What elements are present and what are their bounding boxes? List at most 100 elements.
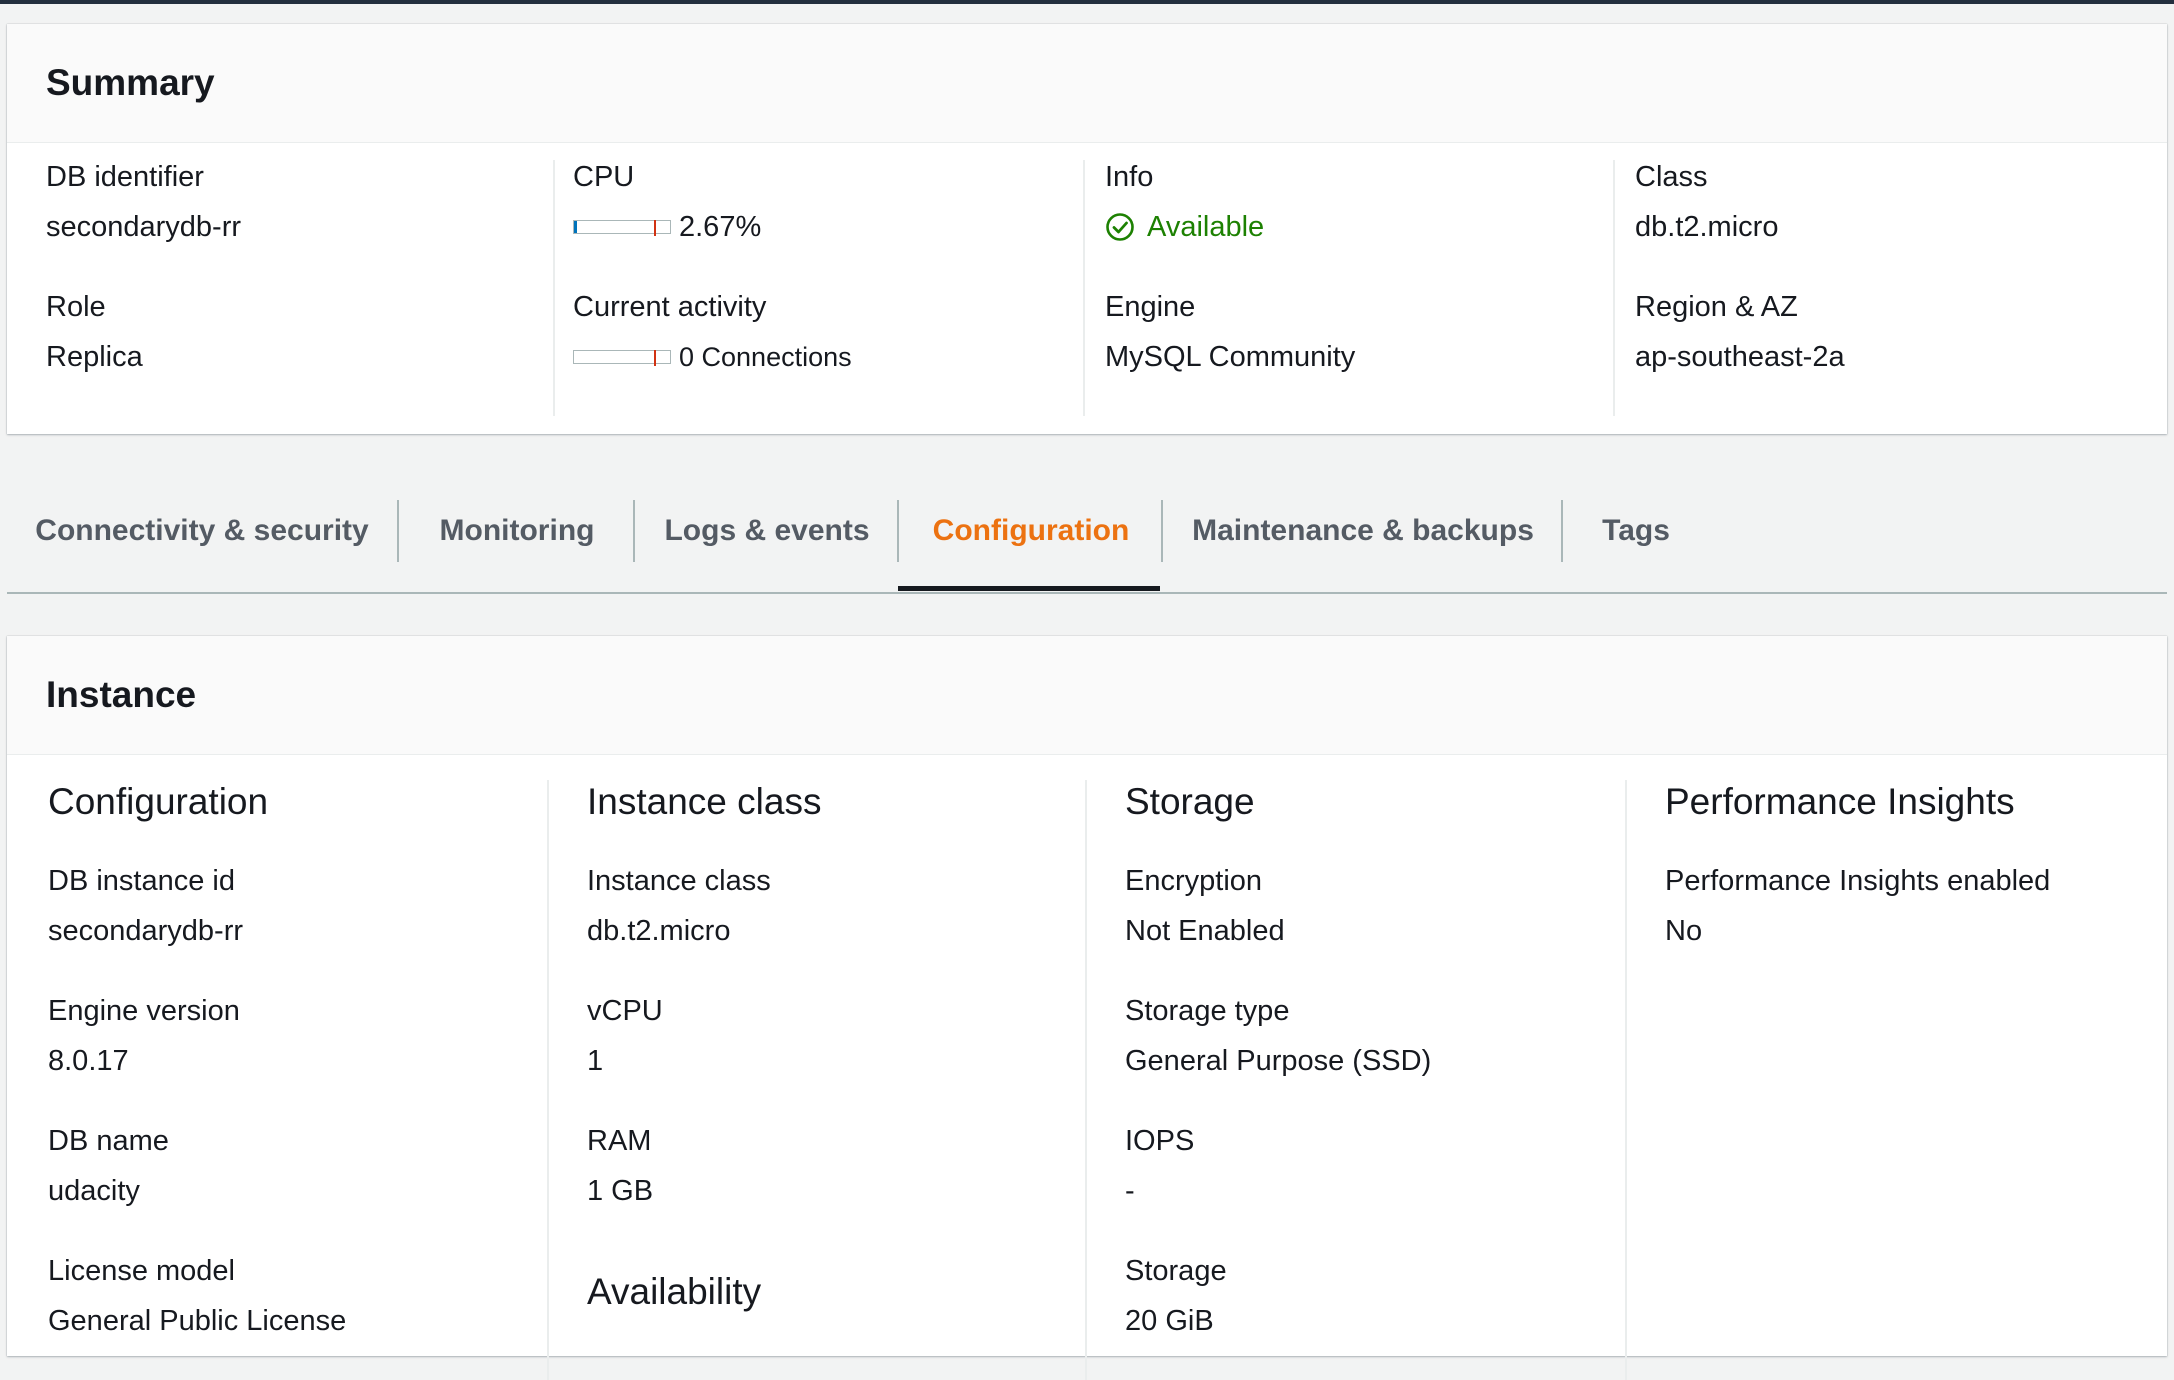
performance-insights-heading: Performance Insights [1665,781,2015,822]
performance-insights-section: Performance Insights Performance Insight… [1625,780,2169,1380]
class-field: Class db.t2.micro [1635,160,1778,244]
iops-value: - [1125,1175,1135,1207]
availability-heading-wrap: Availability [587,1270,761,1314]
cpu-meter-threshold [654,220,656,236]
instance-class-item: Instance class db.t2.micro [587,864,771,948]
instance-class-item: vCPU 1 [587,994,663,1078]
storage-item: Storage 20 GiB [1125,1254,1227,1338]
summary-panel: Summary DB identifier secondarydb-rr Rol… [7,24,2167,434]
ram-label: RAM [587,1125,652,1157]
db-instance-id-value: secondarydb-rr [48,915,244,947]
region-field: Region & AZ ap-southeast-2a [1635,290,1845,374]
role-value: Replica [46,341,143,373]
engine-value: MySQL Community [1105,341,1356,373]
instance-columns: Configuration DB instance id secondarydb… [7,756,2167,1380]
summary-col-status: Info Available Engine MySQL Community [1083,160,1615,416]
cpu-value-row: 2.67% [573,210,761,244]
storage-item: IOPS - [1125,1124,1194,1208]
instance-class-value: db.t2.micro [587,915,731,947]
cpu-meter [573,220,671,236]
tab-connectivity-security[interactable]: Connectivity & security [7,500,397,562]
cpu-value: 2.67% [679,211,762,243]
tab-bar: Connectivity & security Monitoring Logs … [7,470,2167,594]
tab-monitoring[interactable]: Monitoring [397,500,635,562]
activity-value-row: 0 Connections [573,340,852,374]
engine-version-label: Engine version [48,995,240,1027]
ram-value: 1 GB [587,1175,654,1207]
instance-class-heading: Instance class [587,781,822,822]
instance-class-item: RAM 1 GB [587,1124,653,1208]
tab-configuration[interactable]: Configuration [897,500,1163,562]
config-item: Engine version 8.0.17 [48,994,240,1078]
performance-insights-heading-wrap: Performance Insights [1665,780,2015,824]
vcpu-value: 1 [587,1045,604,1077]
activity-meter-threshold [654,350,656,366]
db-name-value: udacity [48,1175,140,1207]
storage-heading-wrap: Storage [1125,780,1255,824]
db-identifier-field: DB identifier secondarydb-rr [46,160,241,244]
instance-panel: Instance Configuration DB instance id se… [7,636,2167,1380]
engine-label: Engine [1105,291,1196,323]
encryption-value: Not Enabled [1125,915,1285,947]
storage-heading: Storage [1125,781,1255,822]
activity-value: 0 Connections [679,342,852,372]
status-badge: Available [1105,210,1264,244]
cpu-label: CPU [573,161,635,193]
db-identifier-label: DB identifier [46,161,204,193]
config-item: DB instance id secondarydb-rr [48,864,243,948]
performance-insights-item: Performance Insights enabled No [1665,864,2050,948]
activity-label: Current activity [573,291,767,323]
summary-col-identity: DB identifier secondarydb-rr Role Replic… [7,160,553,416]
summary-title: Summary [7,24,2167,143]
role-field: Role Replica [46,290,143,374]
info-label: Info [1105,161,1154,193]
configuration-heading-wrap: Configuration [48,780,268,824]
configuration-section: Configuration DB instance id secondarydb… [7,780,547,1380]
pi-enabled-value: No [1665,915,1703,947]
summary-col-placement: Class db.t2.micro Region & AZ ap-southea… [1613,160,2169,416]
tab-logs-events[interactable]: Logs & events [633,500,899,562]
cpu-field: CPU 2.67% [573,160,761,244]
license-model-value: General Public License [48,1305,347,1337]
db-instance-id-label: DB instance id [48,865,235,897]
storage-size-label: Storage [1125,1255,1227,1287]
iops-label: IOPS [1125,1125,1195,1157]
encryption-label: Encryption [1125,865,1263,897]
availability-heading: Availability [587,1271,762,1312]
instance-class-section: Instance class Instance class db.t2.micr… [547,780,1087,1380]
storage-type-label: Storage type [1125,995,1290,1027]
db-identifier-value: secondarydb-rr [46,211,242,243]
storage-size-value: 20 GiB [1125,1305,1214,1337]
info-field: Info Available [1105,160,1264,244]
activity-meter [573,350,671,366]
top-bar [0,0,2174,4]
role-label: Role [46,291,106,323]
active-tab-indicator [898,586,1160,591]
instance-class-heading-wrap: Instance class [587,780,821,824]
config-item: DB name udacity [48,1124,169,1208]
summary-columns: DB identifier secondarydb-rr Role Replic… [7,144,2167,434]
storage-type-value: General Purpose (SSD) [1125,1045,1432,1077]
config-item: License model General Public License [48,1254,346,1338]
vcpu-label: vCPU [587,995,663,1027]
instance-title: Instance [7,636,2167,755]
engine-version-value: 8.0.17 [48,1045,129,1077]
storage-item: Storage type General Purpose (SSD) [1125,994,1431,1078]
info-value: Available [1147,211,1265,243]
engine-field: Engine MySQL Community [1105,290,1355,374]
tab-maintenance-backups[interactable]: Maintenance & backups [1161,500,1563,562]
license-model-label: License model [48,1255,235,1287]
instance-class-label: Instance class [587,865,771,897]
activity-field: Current activity 0 Connections [573,290,852,374]
configuration-heading: Configuration [48,781,269,822]
tab-tags[interactable]: Tags [1561,500,1709,562]
storage-section: Storage Encryption Not Enabled Storage t… [1085,780,1627,1380]
region-label: Region & AZ [1635,291,1798,323]
check-circle-icon [1106,213,1134,241]
class-value: db.t2.micro [1635,211,1779,243]
storage-item: Encryption Not Enabled [1125,864,1285,948]
pi-enabled-label: Performance Insights enabled [1665,865,2051,897]
db-name-label: DB name [48,1125,169,1157]
summary-col-metrics: CPU 2.67% Current activity 0 Connections [553,160,1085,416]
cpu-meter-fill [574,221,577,233]
